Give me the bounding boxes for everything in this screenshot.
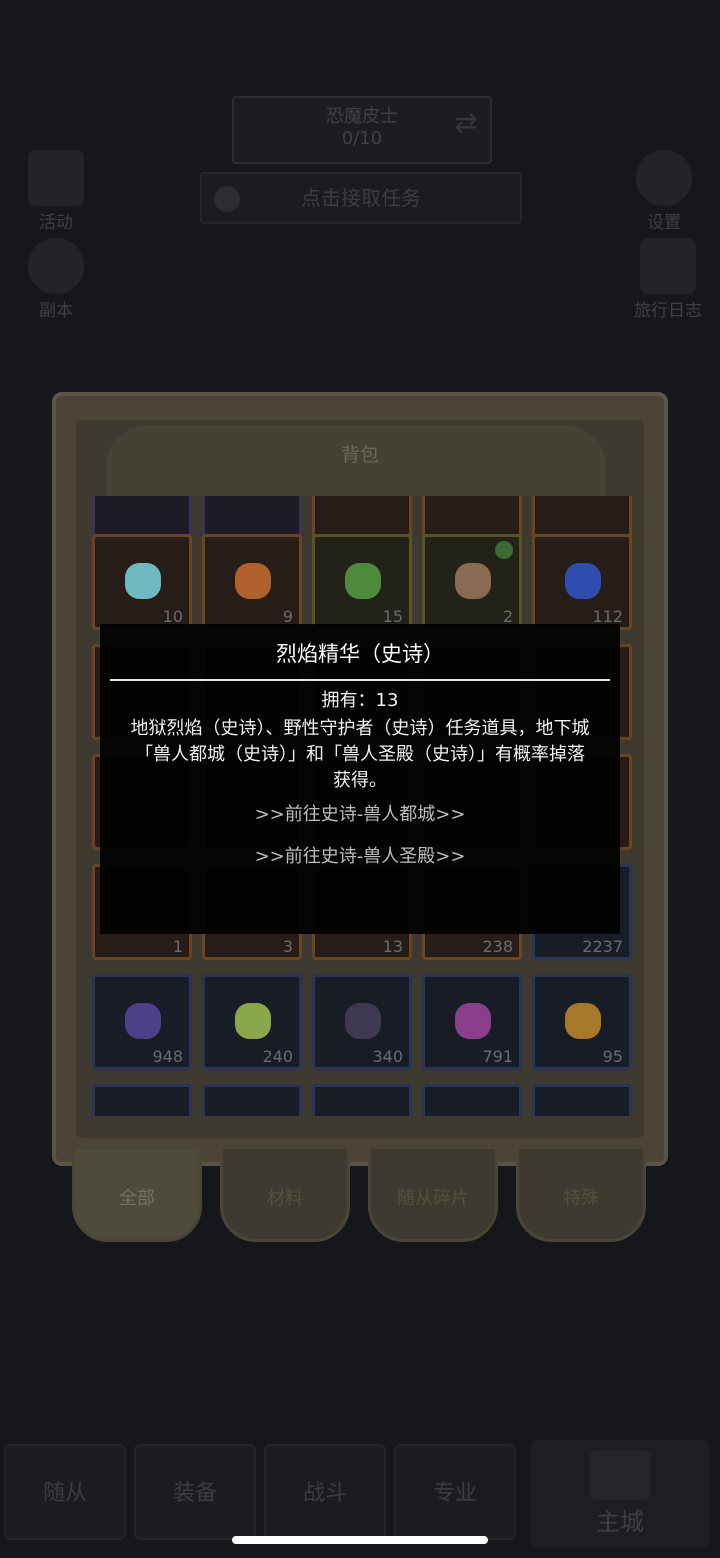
bottom-nav: 随从 装备 战斗 专业 主城 [0,1440,720,1550]
divider [110,679,610,681]
item-count: 2237 [582,937,623,956]
inventory-slot[interactable]: 948 [92,974,192,1070]
inventory-title: 背包 [340,444,379,466]
goto-orc-capital-link[interactable]: >>前往史诗-兽人都城>> [100,800,620,826]
item-count: 340 [372,1047,403,1066]
inventory-slot[interactable]: 791 [422,974,522,1070]
main-city-label: 主城 [596,1508,644,1536]
dungeon-button[interactable]: 副本 [10,238,102,321]
item-count: 95 [602,1047,623,1066]
item-count: 238 [482,937,513,956]
golden-helm-icon [565,1003,601,1039]
home-indicator[interactable] [232,1536,488,1544]
calendar-icon [28,150,84,206]
dark-fruit-icon [345,1003,381,1039]
game-screen: 恐魔皮士 0/10 ⇄ 点击接取任务 活动 副本 设置 旅行日志 背包 1693… [0,0,720,1558]
item-description: 地狱烈焰（史诗）、野性守护者（史诗）任务道具，地下城「兽人都城（史诗）」和「兽人… [130,718,590,791]
inventory-slot[interactable]: 340 [312,974,412,1070]
item-count: 1 [172,937,183,956]
nav-battle[interactable]: 战斗 [264,1444,386,1540]
quest-title: 恐魔皮士 [326,106,398,127]
activity-button[interactable]: 活动 [10,150,102,233]
dungeon-label: 副本 [39,301,73,321]
nav-equipment[interactable]: 装备 [134,1444,256,1540]
inventory-slot[interactable]: 15 [312,534,412,630]
crystal-shard-icon [125,563,161,599]
nav-followers[interactable]: 随从 [4,1444,126,1540]
settings-label: 设置 [647,213,681,233]
nav-main-city[interactable]: 主城 [530,1440,710,1548]
tab-materials[interactable]: 材料 [220,1146,350,1242]
item-count: 791 [482,1047,513,1066]
leaf-icon [345,563,381,599]
inventory-slot[interactable]: 10 [92,534,192,630]
item-tooltip: 烈焰精华（史诗） 拥有：13 地狱烈焰（史诗）、野性守护者（史诗）任务道具，地下… [100,624,620,934]
travel-log-label: 旅行日志 [634,301,702,321]
portal-icon [28,238,84,294]
accept-task-button[interactable]: 点击接取任务 [200,172,522,224]
accept-task-label: 点击接取任务 [301,186,421,210]
quest-tracker[interactable]: 恐魔皮士 0/10 ⇄ [232,96,492,164]
quest-progress: 0/10 [341,128,383,149]
purple-helmet-icon [125,1003,161,1039]
item-name: 烈焰精华（史诗） [276,642,444,666]
item-count: 3 [282,937,293,956]
inventory-slot[interactable]: 9 [202,534,302,630]
activity-label: 活动 [39,213,73,233]
inventory-slot[interactable]: 95 [532,974,632,1070]
nav-profession[interactable]: 专业 [394,1444,516,1540]
tab-special[interactable]: 特殊 [516,1146,646,1242]
inventory-slot[interactable] [312,1084,412,1116]
inventory-slot[interactable] [202,1084,302,1116]
inventory-slot[interactable]: 240 [202,974,302,1070]
owned-count: 拥有：13 [321,690,399,711]
inventory-slot[interactable] [532,1084,632,1116]
goto-orc-temple-link[interactable]: >>前往史诗-兽人圣殿>> [100,842,620,868]
new-badge-icon [495,541,513,559]
inventory-slot[interactable] [422,1084,522,1116]
gear-icon [636,150,692,206]
inventory-slot[interactable]: 112 [532,534,632,630]
tab-all[interactable]: 全部 [72,1146,202,1242]
travel-log-button[interactable]: 旅行日志 [618,238,718,321]
castle-icon [590,1450,650,1500]
chest-box-icon [455,563,491,599]
eye-orb-icon [235,563,271,599]
inventory-slot[interactable] [92,1084,192,1116]
blue-gem-icon [565,563,601,599]
tab-follower-shards[interactable]: 随从碎片 [368,1146,498,1242]
task-icon [214,186,240,212]
green-slime-icon [235,1003,271,1039]
settings-button[interactable]: 设置 [618,150,710,233]
purple-armor-icon [455,1003,491,1039]
swap-arrows-icon[interactable]: ⇄ [455,109,478,137]
item-count: 240 [262,1047,293,1066]
inventory-slot[interactable]: 2 [422,534,522,630]
book-icon [640,238,696,294]
item-count: 13 [382,937,403,956]
item-count: 948 [152,1047,183,1066]
